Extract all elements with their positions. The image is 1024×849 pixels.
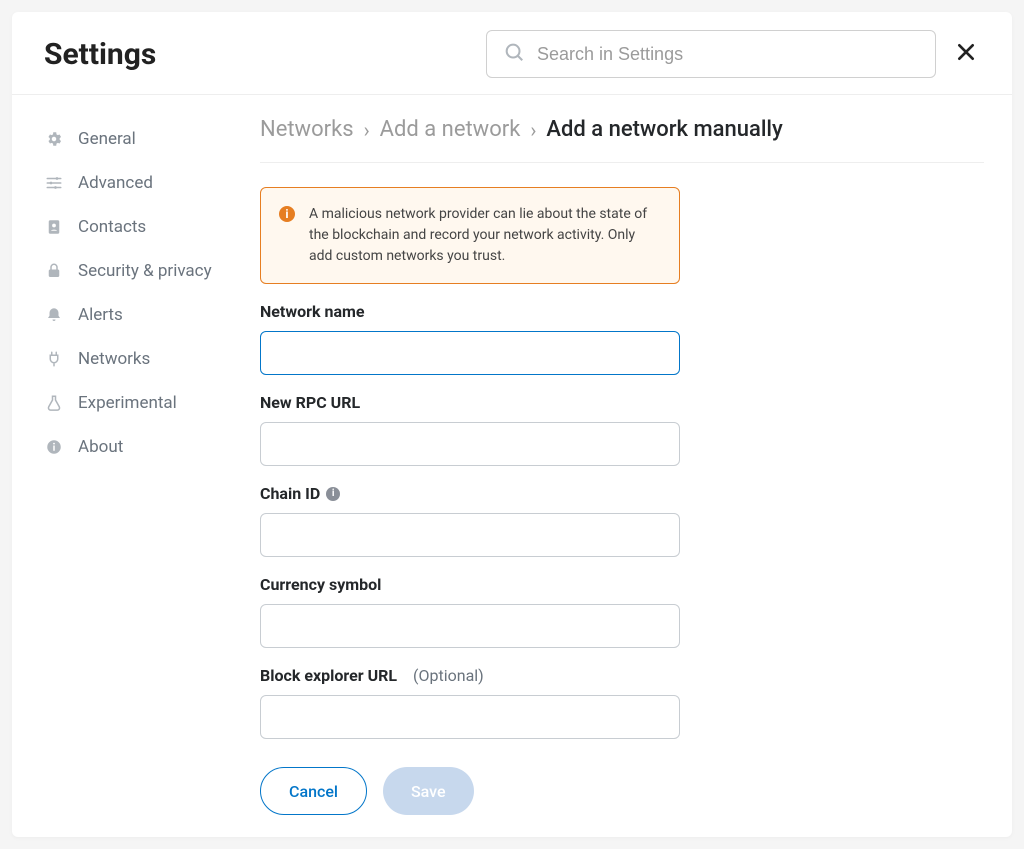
sidebar-item-label: Security & privacy bbox=[78, 261, 212, 281]
sidebar-item-label: Alerts bbox=[78, 305, 123, 325]
info-icon bbox=[44, 437, 64, 457]
sidebar-item-label: Networks bbox=[78, 349, 150, 369]
close-button[interactable] bbox=[952, 35, 980, 73]
breadcrumb-networks[interactable]: Networks bbox=[260, 117, 354, 142]
sidebar-item-label: Advanced bbox=[78, 173, 153, 193]
contacts-icon bbox=[44, 217, 64, 237]
warning-text: A malicious network provider can lie abo… bbox=[309, 204, 661, 267]
cancel-button[interactable]: Cancel bbox=[260, 767, 367, 815]
flask-icon bbox=[44, 393, 64, 413]
search-input[interactable] bbox=[537, 44, 919, 65]
breadcrumb-add-network[interactable]: Add a network bbox=[380, 117, 521, 142]
bell-icon bbox=[44, 305, 64, 325]
sidebar-item-label: General bbox=[78, 129, 136, 149]
plug-icon bbox=[44, 349, 64, 369]
sidebar-item-label: Experimental bbox=[78, 393, 177, 413]
lock-icon bbox=[44, 261, 64, 281]
currency-symbol-input[interactable] bbox=[260, 604, 680, 648]
currency-symbol-label: Currency symbol bbox=[260, 575, 680, 594]
sidebar-item-alerts[interactable]: Alerts bbox=[44, 293, 222, 337]
network-name-input[interactable] bbox=[260, 331, 680, 375]
sidebar-item-about[interactable]: About bbox=[44, 425, 222, 469]
sidebar-item-general[interactable]: General bbox=[44, 117, 222, 161]
sliders-icon bbox=[44, 173, 64, 193]
breadcrumb-current: Add a network manually bbox=[546, 117, 782, 142]
save-button[interactable]: Save bbox=[383, 767, 474, 815]
sidebar-item-label: Contacts bbox=[78, 217, 146, 237]
chevron-right-icon: › bbox=[364, 118, 370, 142]
warning-icon: i bbox=[279, 206, 295, 222]
sidebar-item-networks[interactable]: Networks bbox=[44, 337, 222, 381]
sidebar-item-security[interactable]: Security & privacy bbox=[44, 249, 222, 293]
sidebar-item-contacts[interactable]: Contacts bbox=[44, 205, 222, 249]
sidebar-item-experimental[interactable]: Experimental bbox=[44, 381, 222, 425]
sidebar-item-label: About bbox=[78, 437, 123, 457]
gear-icon bbox=[44, 129, 64, 149]
chain-id-input[interactable] bbox=[260, 513, 680, 557]
block-explorer-input[interactable] bbox=[260, 695, 680, 739]
sidebar-item-advanced[interactable]: Advanced bbox=[44, 161, 222, 205]
search-box[interactable] bbox=[486, 30, 936, 78]
chain-id-label: Chain ID i bbox=[260, 484, 680, 503]
rpc-url-input[interactable] bbox=[260, 422, 680, 466]
page-title: Settings bbox=[44, 37, 156, 72]
warning-banner: i A malicious network provider can lie a… bbox=[260, 187, 680, 284]
rpc-url-label: New RPC URL bbox=[260, 393, 680, 412]
chevron-right-icon: › bbox=[530, 118, 536, 142]
breadcrumb: Networks › Add a network › Add a network… bbox=[260, 117, 984, 163]
network-name-label: Network name bbox=[260, 302, 680, 321]
block-explorer-label: Block explorer URL (Optional) bbox=[260, 666, 680, 685]
info-tooltip-icon[interactable]: i bbox=[326, 487, 340, 501]
search-icon bbox=[503, 41, 525, 67]
